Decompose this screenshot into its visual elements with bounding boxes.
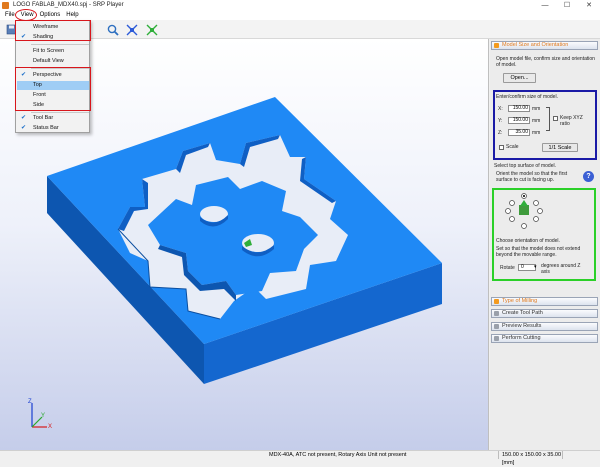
open-instruction: Open model file, confirm size and orient… — [496, 56, 595, 68]
section-title: Model Size and Orientation — [502, 42, 569, 48]
section-title: Preview Results — [502, 323, 542, 329]
status-empty — [562, 451, 600, 459]
orientation-annotation-box — [492, 188, 596, 281]
section-model-size[interactable]: Model Size and Orientation — [491, 41, 598, 50]
section-icon — [494, 311, 499, 316]
orient-instruction: Orient the model so that the first surfa… — [496, 171, 568, 183]
menu-item-fit-to-screen[interactable]: Fit to Screen — [17, 47, 89, 56]
section-icon — [494, 336, 499, 341]
section-title: Perform Cutting — [502, 335, 541, 341]
menu-item-status-bar[interactable]: ✔ Status Bar — [17, 124, 89, 133]
surface-instruction: Select top surface of model. — [494, 163, 556, 169]
title-bar: LOGO FABLAB_MDX40.spj - SRP Player — ☐ ✕ — [0, 0, 600, 10]
size-annotation-box — [493, 90, 597, 160]
section-icon — [494, 299, 499, 304]
maximize-button[interactable]: ☐ — [556, 0, 578, 10]
section-title: Type of Milling — [502, 298, 538, 304]
section-icon — [494, 324, 499, 329]
x-axis-label: X — [48, 424, 53, 430]
menu-item-label: Tool Bar — [33, 115, 54, 121]
status-dimensions: 150.00 x 150.00 x 35.00 [mm] — [498, 451, 562, 466]
section-preview-results[interactable]: Preview Results — [491, 322, 598, 331]
section-type-of-milling[interactable]: Type of Milling — [491, 297, 598, 306]
fit-icon[interactable] — [125, 23, 138, 36]
menu-help[interactable]: Help — [63, 10, 81, 20]
open-button[interactable]: Open... — [503, 73, 536, 83]
section-create-tool-path[interactable]: Create Tool Path — [491, 309, 598, 318]
y-axis-label: Y — [41, 413, 46, 419]
status-message: MDX-40A, ATC not present, Rotary Axis Un… — [269, 452, 407, 458]
fit-all-icon[interactable] — [145, 23, 158, 36]
window-controls: — ☐ ✕ — [534, 0, 600, 10]
menu-item-default-view[interactable]: Default View — [17, 57, 89, 66]
z-axis-label: Z — [28, 399, 32, 405]
shading-annotation-box — [15, 20, 91, 41]
menu-separator — [31, 44, 89, 45]
section-icon — [494, 43, 499, 48]
menu-item-label: Status Bar — [33, 125, 59, 131]
status-bar: MDX-40A, ATC not present, Rotary Axis Un… — [0, 450, 600, 466]
check-icon: ✔ — [21, 125, 27, 131]
close-button[interactable]: ✕ — [578, 0, 600, 10]
app-icon — [2, 1, 9, 9]
window-title: LOGO FABLAB_MDX40.spj - SRP Player — [13, 2, 124, 8]
menu-separator — [31, 112, 89, 113]
minimize-button[interactable]: — — [534, 0, 556, 10]
menu-item-tool-bar[interactable]: ✔ Tool Bar — [17, 114, 89, 123]
menu-bar: File View Options Help — [0, 10, 600, 20]
menu-item-label: Fit to Screen — [33, 48, 65, 54]
help-icon[interactable]: ? — [583, 171, 594, 182]
check-icon: ✔ — [21, 115, 27, 121]
menu-item-label: Default View — [33, 58, 64, 64]
zoom-icon[interactable] — [106, 23, 119, 36]
menu-options[interactable]: Options — [37, 10, 64, 20]
section-perform-cutting[interactable]: Perform Cutting — [491, 334, 598, 343]
section-title: Create Tool Path — [502, 310, 543, 316]
views-annotation-box — [15, 67, 91, 111]
